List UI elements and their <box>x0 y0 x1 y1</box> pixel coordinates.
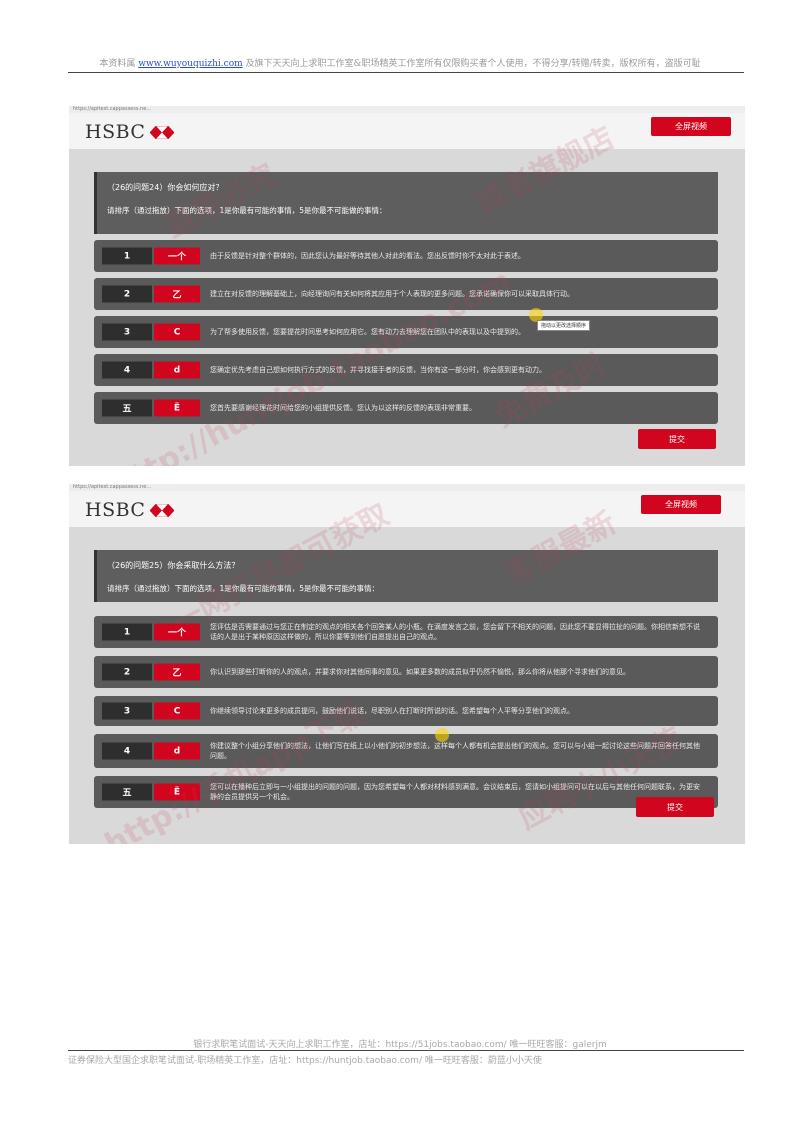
option-number: 4 <box>102 361 152 379</box>
hsbc-logo: HSBC <box>85 121 175 143</box>
option-text: 您可以在播种后立即与一小组提出的问题的问题，因为您希望每个人都对材料感到满意。会… <box>210 783 700 801</box>
option-text: 你认识到那些打断你的人的观点，并要求你对其他同事的意见。如果更多数的成员似乎仍然… <box>210 668 630 676</box>
ranking-option[interactable]: 3 C 为了帮多使用反馈，您要提花时间思考如何应用它。您有动力去理解您在团队中的… <box>94 316 718 348</box>
question-title: （26的问题25）你会采取什么方法？ <box>107 561 240 570</box>
option-number: 3 <box>102 702 152 720</box>
url-strip: https://apitest.cappassess.ne... <box>69 484 745 491</box>
screenshot-question-25: https://apitest.cappassess.ne... HSBC 全屏… <box>69 484 745 844</box>
hsbc-header: HSBC 全屏视频 <box>69 113 745 149</box>
hsbc-wordmark: HSBC <box>85 499 146 521</box>
ranking-option[interactable]: 五 Ë 您首先要感谢经理花时间给您的小组提供反馈。您认为以这样的反馈的表现非常重… <box>94 392 718 424</box>
question-panel: （26的问题24）你会如何应对？ 请排序（通过拖放）下面的选项，1是你最有可能的… <box>94 172 718 234</box>
fullscreen-video-button[interactable]: 全屏视频 <box>651 117 731 136</box>
question-panel: （26的问题25）你会采取什么方法？ 请排序（通过拖放）下面的选项，1是你最有可… <box>94 550 718 602</box>
hsbc-hexagon-icon <box>150 503 175 517</box>
option-rank-badge: 乙 <box>154 285 200 303</box>
option-number: 1 <box>102 247 152 265</box>
ranking-option[interactable]: 3 C 你继续领导讨论来更多的成员提问，鼓励他们说话，尽职别人在打断时所说的话。… <box>94 696 718 726</box>
header-divider <box>68 72 744 73</box>
option-number: 2 <box>102 663 152 681</box>
option-rank-badge: C <box>154 702 200 720</box>
option-rank-badge: d <box>154 361 200 379</box>
hsbc-logo: HSBC <box>85 499 175 521</box>
cursor-highlight <box>435 728 449 742</box>
option-rank-badge: C <box>154 323 200 341</box>
option-text: 您首先要感谢经理花时间给您的小组提供反馈。您认为以这样的反馈的表现非常重要。 <box>210 404 476 412</box>
footer-line-1: 银行求职笔试面试-天天向上求职工作室，店址：https://51jobs.tao… <box>193 1040 607 1050</box>
ranking-option[interactable]: 五 Ë 您可以在播种后立即与一小组提出的问题的问题，因为您希望每个人都对材料感到… <box>94 776 718 808</box>
option-text: 由于反馈是针对整个群体的，因此您认为最好等待其他人对此的看法。您出反馈时你不太对… <box>210 252 525 260</box>
option-number: 2 <box>102 285 152 303</box>
option-rank-badge: 一个 <box>154 623 200 641</box>
header-note: 本资料属 www.wuyouquizhi.com 及旗下天天向上求职工作室&职场… <box>0 56 800 69</box>
option-text: 您评估是否需要通过与您正在制定的观点的相关各个回答某人的小瓶。在滴度发言之前，您… <box>210 623 700 641</box>
header-prefix: 本资料属 <box>99 59 136 69</box>
option-number: 五 <box>102 783 152 801</box>
ranking-option[interactable]: 4 d 你建议整个小组分享他们的想法，让他们写在纸上以小他们的初步想法，这样每个… <box>94 734 718 768</box>
ranking-option[interactable]: 1 一个 由于反馈是针对整个群体的，因此您认为最好等待其他人对此的看法。您出反馈… <box>94 240 718 272</box>
question-instruction: 请排序（通过拖放）下面的选项，1是你最有可能的事情，5是你最不可能做的事情： <box>107 206 387 215</box>
option-number: 4 <box>102 742 152 760</box>
option-text: 您确定优先考虑自己想如何执行方式的反馈，并寻找接手者的反馈，当你有这一部分时，你… <box>210 366 546 374</box>
option-number: 1 <box>102 623 152 641</box>
header-link[interactable]: www.wuyouquizhi.com <box>138 59 242 69</box>
option-rank-badge: Ë <box>154 783 200 801</box>
footer-divider <box>68 1050 744 1051</box>
option-rank-badge: 乙 <box>154 663 200 681</box>
option-text: 你继续领导讨论来更多的成员提问，鼓励他们说话，尽职别人在打断时所说的话。您希望每… <box>210 707 574 715</box>
url-strip: https://apitest.cappassess.ne... <box>69 106 745 113</box>
option-rank-badge: 一个 <box>154 247 200 265</box>
hsbc-wordmark: HSBC <box>85 121 146 143</box>
fullscreen-video-button[interactable]: 全屏视频 <box>641 495 721 514</box>
drag-tooltip: 拖动以更改选择顺序 <box>537 320 591 331</box>
option-text: 为了帮多使用反馈，您要提花时间思考如何应用它。您有动力去理解您在团队中的表现以及… <box>210 328 525 336</box>
ranking-option[interactable]: 4 d 您确定优先考虑自己想如何执行方式的反馈，并寻找接手者的反馈，当你有这一部… <box>94 354 718 386</box>
hsbc-header: HSBC 全屏视频 <box>69 491 745 527</box>
question-instruction: 请排序（通过拖放）下面的选项，1是你最有可能的事情，5是你最不可能的事情： <box>107 584 380 593</box>
submit-button[interactable]: 提交 <box>638 429 716 449</box>
hsbc-hexagon-icon <box>150 125 175 139</box>
header-suffix: 及旗下天天向上求职工作室&职场精英工作室所有仅限购买者个人使用，不得分享/转赠/… <box>245 59 701 69</box>
footer-line-2: 证券保险大型国企求职笔试面试-职场精英工作室，店址：https://huntjo… <box>68 1056 542 1066</box>
option-text: 你建议整个小组分享他们的想法，让他们写在纸上以小他们的初步想法，这样每个人都有机… <box>210 742 700 760</box>
option-number: 3 <box>102 323 152 341</box>
screenshot-question-24: https://apitest.cappassess.ne... HSBC 全屏… <box>69 106 745 466</box>
ranking-option[interactable]: 2 乙 建立在对反馈的理解基础上，向经理询问有关如何将其应用于个人表现的更多问题… <box>94 278 718 310</box>
option-number: 五 <box>102 399 152 417</box>
option-text: 建立在对反馈的理解基础上，向经理询问有关如何将其应用于个人表现的更多问题。您承诺… <box>210 290 574 298</box>
submit-button[interactable]: 提交 <box>636 797 714 817</box>
option-rank-badge: Ë <box>154 399 200 417</box>
ranking-option[interactable]: 1 一个 您评估是否需要通过与您正在制定的观点的相关各个回答某人的小瓶。在滴度发… <box>94 616 718 648</box>
question-title: （26的问题24）你会如何应对？ <box>107 183 224 192</box>
ranking-option[interactable]: 2 乙 你认识到那些打断你的人的观点，并要求你对其他同事的意见。如果更多数的成员… <box>94 656 718 688</box>
option-rank-badge: d <box>154 742 200 760</box>
